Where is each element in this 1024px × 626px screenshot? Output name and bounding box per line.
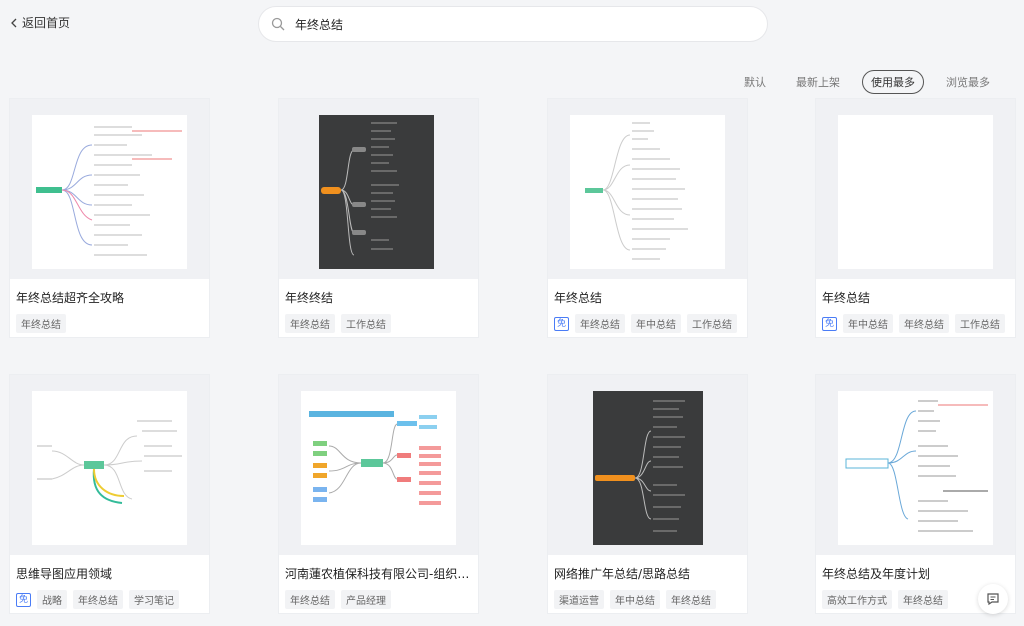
template-thumbnail — [548, 375, 747, 555]
tag[interactable]: 年终总结 — [285, 314, 335, 333]
template-card[interactable]: 年终总结及年度计划 高效工作方式 年终总结 — [816, 375, 1015, 613]
template-title: 年终总结及年度计划 — [822, 567, 931, 581]
tag-list: 免 战略 年终总结 学习笔记 — [16, 590, 180, 609]
chevron-left-icon — [11, 18, 17, 27]
tag[interactable]: 年终总结 — [898, 590, 948, 609]
template-title: 年终终结 — [285, 291, 334, 305]
sort-options: 默认 最新上架 使用最多 浏览最多 — [736, 70, 998, 94]
template-thumbnail — [10, 375, 209, 555]
template-card[interactable]: 年终总结 免 年终总结 年中总结 工作总结 — [548, 99, 747, 337]
tag-list: 高效工作方式 年终总结 — [822, 590, 948, 609]
template-card[interactable]: 河南蓮农植保科技有限公司-组织结... 年终总结 产品经理 — [279, 375, 478, 613]
template-title: 网络推广年总结/思路总结 — [554, 567, 691, 581]
back-home-label: 返回首页 — [22, 16, 71, 30]
chat-icon — [987, 593, 999, 606]
sort-most-viewed[interactable]: 浏览最多 — [938, 71, 998, 93]
sort-default[interactable]: 默认 — [736, 71, 774, 93]
template-title: 河南蓮农植保科技有限公司-组织结... — [285, 567, 473, 581]
back-home-link[interactable]: 返回首页 — [10, 14, 70, 31]
template-title: 年终总结超齐全攻略 — [16, 291, 125, 305]
tag[interactable]: 年终总结 — [285, 590, 335, 609]
template-card[interactable]: 网络推广年总结/思路总结 渠道运营 年中总结 年终总结 — [548, 375, 747, 613]
free-badge: 免 — [822, 316, 838, 331]
feedback-button[interactable] — [978, 584, 1008, 614]
template-thumbnail — [279, 99, 478, 279]
tag-list: 免 年中总结 年终总结 工作总结 — [822, 314, 1006, 333]
tag[interactable]: 战略 — [37, 590, 68, 609]
template-thumbnail — [10, 99, 209, 279]
template-thumbnail — [279, 375, 478, 555]
tag-list: 年终总结 产品经理 — [285, 590, 391, 609]
tag[interactable]: 产品经理 — [341, 590, 391, 609]
search-bar[interactable] — [258, 6, 768, 42]
template-thumbnail — [816, 99, 1015, 279]
template-card[interactable]: 年终终结 年终总结 工作总结 — [279, 99, 478, 337]
tag[interactable]: 年终总结 — [16, 314, 66, 333]
free-badge: 免 — [554, 316, 570, 331]
tag[interactable]: 渠道运营 — [554, 590, 604, 609]
template-card[interactable]: 思维导图应用领域 免 战略 年终总结 学习笔记 — [10, 375, 209, 613]
tag[interactable]: 年中总结 — [610, 590, 660, 609]
sort-newest[interactable]: 最新上架 — [788, 71, 848, 93]
tag-list: 年终总结 — [16, 314, 66, 333]
tag[interactable]: 年终总结 — [899, 314, 950, 333]
tag[interactable]: 年终总结 — [575, 314, 626, 333]
free-badge: 免 — [16, 592, 32, 607]
sort-most-used[interactable]: 使用最多 — [862, 70, 924, 94]
tag-list: 渠道运营 年中总结 年终总结 — [554, 590, 716, 609]
tag[interactable]: 高效工作方式 — [822, 590, 892, 609]
template-title: 年终总结 — [554, 291, 603, 305]
tag[interactable]: 年终总结 — [666, 590, 716, 609]
tag[interactable]: 年中总结 — [631, 314, 682, 333]
template-card[interactable]: 年终总结超齐全攻略 年终总结 — [10, 99, 209, 337]
tag[interactable]: 年中总结 — [843, 314, 894, 333]
template-thumbnail — [816, 375, 1015, 555]
tag[interactable]: 年终总结 — [73, 590, 124, 609]
tag-list: 年终总结 工作总结 — [285, 314, 391, 333]
tag[interactable]: 工作总结 — [955, 314, 1006, 333]
search-icon — [271, 17, 285, 31]
tag-list: 免 年终总结 年中总结 工作总结 — [554, 314, 738, 333]
template-card[interactable]: 年终总结 免 年中总结 年终总结 工作总结 — [816, 99, 1015, 337]
tag[interactable]: 学习笔记 — [129, 590, 180, 609]
tag[interactable]: 工作总结 — [687, 314, 738, 333]
template-title: 思维导图应用领域 — [16, 567, 113, 581]
search-input[interactable] — [293, 16, 737, 32]
tag[interactable]: 工作总结 — [341, 314, 391, 333]
template-title: 年终总结 — [822, 291, 871, 305]
template-thumbnail — [548, 99, 747, 279]
